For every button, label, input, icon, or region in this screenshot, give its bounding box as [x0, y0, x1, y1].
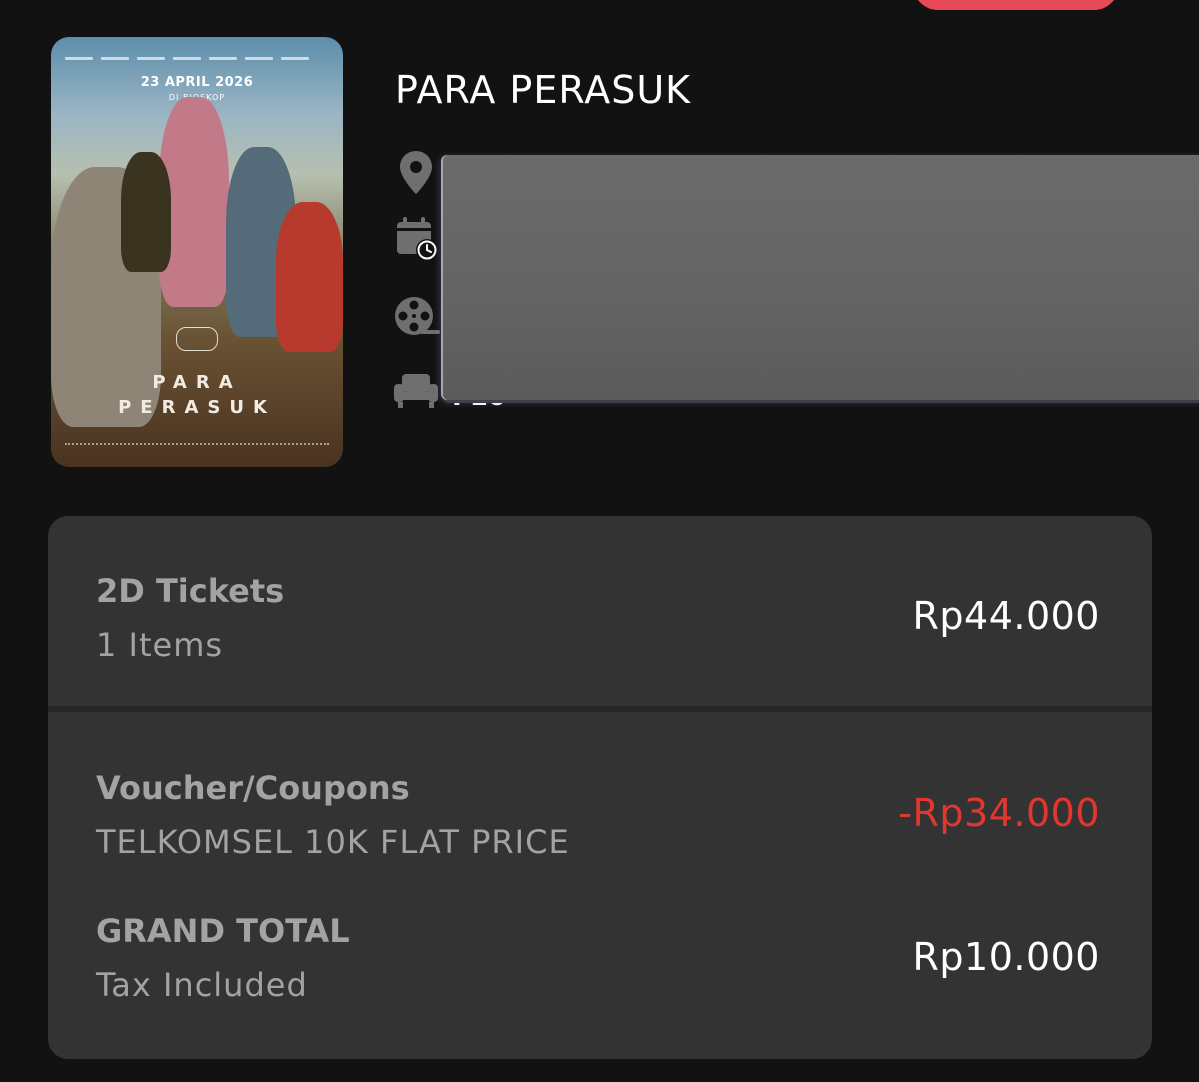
location-pin-icon: [392, 148, 440, 196]
poster-figure: [121, 152, 171, 272]
top-action-button[interactable]: [913, 0, 1119, 10]
poster-release-date: 23 APRIL 2026: [140, 75, 254, 90]
film-reel-icon: [392, 292, 440, 340]
poster-title-line1: PARA: [152, 372, 242, 393]
poster-logos: [65, 443, 329, 451]
voucher-name: TELKOMSEL 10K FLAT PRICE: [96, 823, 570, 861]
tax-note: Tax Included: [96, 966, 308, 1004]
voucher-discount-amount: -Rp34.000: [898, 791, 1100, 835]
calendar-clock-icon: [392, 214, 440, 262]
poster-title-line2: PERASUK: [118, 397, 276, 418]
poster-festival-badge: [176, 327, 218, 351]
tickets-count: 1 Items: [96, 626, 224, 664]
tickets-amount: Rp44.000: [912, 594, 1100, 638]
movie-title: PARA PERASUK: [395, 68, 692, 112]
summary-divider: [48, 706, 1152, 712]
poster-credits: [61, 47, 333, 63]
tickets-label: 2D Tickets: [96, 572, 285, 610]
grand-total-label: GRAND TOTAL: [96, 912, 350, 950]
redaction-overlay: [443, 155, 1199, 400]
seat-icon: [392, 370, 440, 418]
voucher-label: Voucher/Coupons: [96, 769, 410, 807]
movie-poster: 23 APRIL 2026 DI BIOSKOP PARA PERASUK: [51, 37, 343, 467]
poster-figure: [276, 202, 343, 352]
grand-total-amount: Rp10.000: [912, 935, 1100, 979]
